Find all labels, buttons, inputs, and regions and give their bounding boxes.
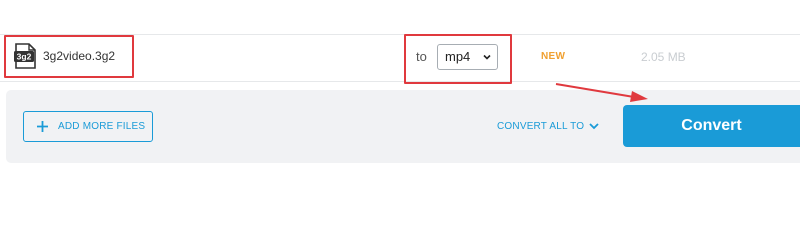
- plus-icon: [37, 121, 48, 132]
- add-more-files-label: ADD MORE FILES: [58, 121, 146, 132]
- file-size: 2.05 MB: [641, 50, 686, 64]
- pointer-arrow: [555, 83, 648, 102]
- convert-all-to-button[interactable]: CONVERT ALL TO: [497, 121, 584, 133]
- format-highlight-box: [404, 34, 512, 84]
- convert-button[interactable]: Convert: [623, 105, 800, 147]
- file-highlight-box: [4, 35, 134, 78]
- status-badge: NEW: [541, 51, 566, 62]
- add-more-files-button[interactable]: ADD MORE FILES: [23, 111, 153, 142]
- chevron-down-icon[interactable]: [589, 122, 599, 130]
